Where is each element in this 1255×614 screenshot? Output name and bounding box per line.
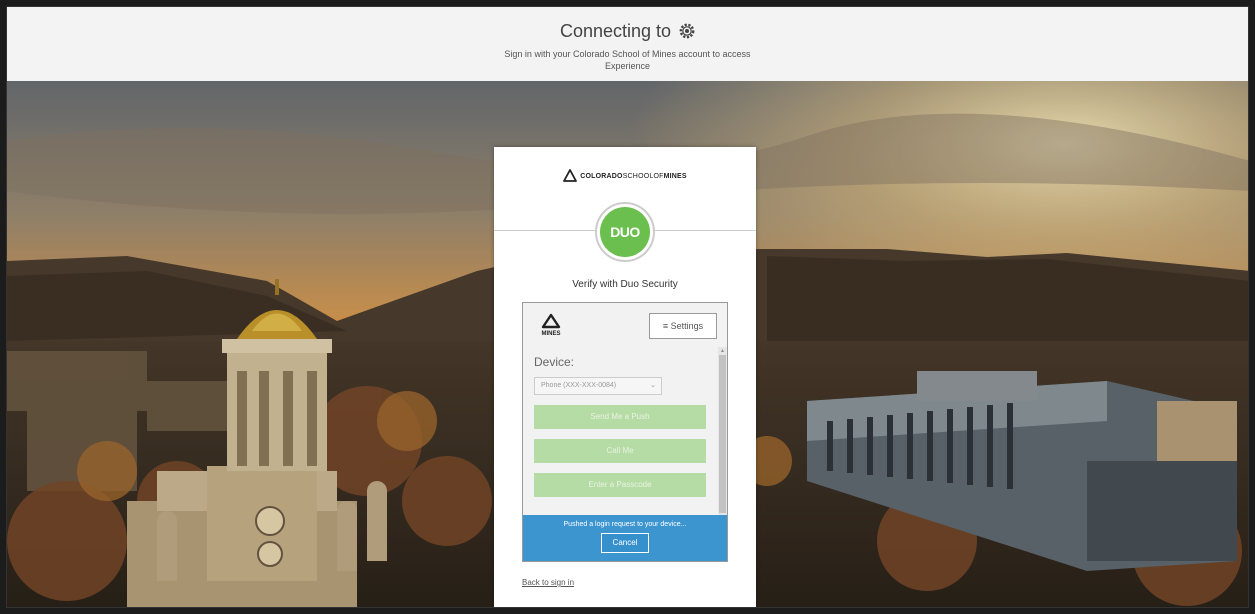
gear-icon bbox=[679, 23, 695, 44]
push-status-message: Pushed a login request to your device... bbox=[563, 521, 687, 528]
cancel-button[interactable]: Cancel bbox=[601, 533, 649, 553]
school-brand-logo: COLORADOSCHOOLOFMINES bbox=[494, 169, 756, 184]
connecting-header: Connecting to Sign in with your Colorado… bbox=[7, 7, 1248, 81]
device-label: Device: bbox=[534, 355, 575, 369]
device-select-value: Phone (XXX-XXX-0084) bbox=[541, 382, 617, 389]
call-me-button[interactable]: Call Me bbox=[534, 439, 706, 463]
mines-logo: MINES bbox=[537, 313, 565, 337]
duo-logo-text: DUO bbox=[600, 207, 650, 257]
connecting-title: Connecting to bbox=[7, 21, 1248, 44]
duo-prompt-frame: MINES ≡ Settings ▲ Device: Phone (XXX-XX… bbox=[522, 302, 728, 562]
mines-triangle-icon bbox=[563, 169, 578, 184]
back-to-sign-in-link[interactable]: Back to sign in bbox=[522, 578, 574, 587]
device-select[interactable]: Phone (XXX-XXX-0084) ⌄ bbox=[534, 377, 662, 395]
mines-triangle-icon bbox=[541, 313, 561, 329]
mines-logo-text: MINES bbox=[541, 331, 561, 337]
push-status-bar: Pushed a login request to your device...… bbox=[523, 515, 727, 561]
scrollbar[interactable]: ▲ bbox=[718, 347, 727, 515]
send-push-button[interactable]: Send Me a Push bbox=[534, 405, 706, 429]
scrollbar-thumb[interactable] bbox=[719, 355, 726, 513]
brand-word-of: OF bbox=[653, 173, 664, 180]
brand-word-mines: MINES bbox=[663, 173, 687, 180]
subtitle-line2: Experience bbox=[604, 61, 651, 71]
scroll-up-arrow-icon[interactable]: ▲ bbox=[720, 348, 725, 354]
enter-passcode-button[interactable]: Enter a Passcode bbox=[534, 473, 706, 497]
connecting-subtitle: Sign in with your Colorado School of Min… bbox=[7, 48, 1248, 72]
verify-heading: Verify with Duo Security bbox=[572, 279, 678, 290]
login-card: COLORADOSCHOOLOFMINES DUO Verify with Du… bbox=[494, 147, 756, 607]
subtitle-line1: Sign in with your Colorado School of Min… bbox=[504, 49, 751, 59]
brand-word-school: SCHOOL bbox=[622, 173, 654, 180]
chevron-down-icon: ⌄ bbox=[650, 382, 656, 389]
brand-word-colorado: COLORADO bbox=[580, 173, 623, 180]
settings-button[interactable]: ≡ Settings bbox=[649, 313, 717, 339]
browser-frame: Connecting to Sign in with your Colorado… bbox=[6, 6, 1249, 608]
connecting-title-text: Connecting to bbox=[559, 21, 672, 41]
duo-logo: DUO bbox=[595, 202, 655, 262]
